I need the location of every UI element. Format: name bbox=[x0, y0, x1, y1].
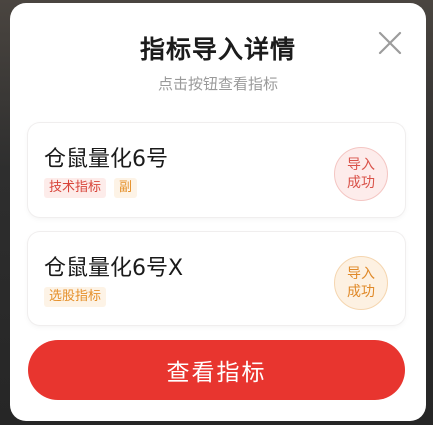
view-indicators-button[interactable]: 查看指标 bbox=[28, 340, 405, 400]
status-badge: 导入成功 bbox=[334, 256, 388, 310]
indicator-type-tag: 技术指标 bbox=[44, 178, 107, 198]
indicator-name: 仓鼠量化6号 bbox=[44, 147, 168, 172]
indicator-name: 仓鼠量化6号X bbox=[44, 256, 184, 281]
status-badge: 导入成功 bbox=[334, 147, 388, 201]
close-icon bbox=[378, 31, 402, 55]
close-button[interactable] bbox=[374, 27, 406, 59]
indicator-type-tag: 选股指标 bbox=[44, 287, 107, 307]
status-badge-label: 导入成功 bbox=[347, 157, 375, 191]
indicator-tags: 选股指标 bbox=[44, 287, 107, 307]
indicator-card: 仓鼠量化6号X 选股指标 导入成功 bbox=[28, 232, 405, 325]
status-badge-label: 导入成功 bbox=[347, 266, 375, 300]
indicator-sub-tag: 副 bbox=[114, 178, 138, 198]
import-details-dialog: 指标导入详情 点击按钮查看指标 仓鼠量化6号 技术指标 副 导入成功 仓鼠量化6… bbox=[10, 3, 426, 421]
dialog-title: 指标导入详情 bbox=[139, 35, 296, 64]
dialog-subtitle: 点击按钮查看指标 bbox=[157, 75, 278, 93]
indicator-card: 仓鼠量化6号 技术指标 副 导入成功 bbox=[28, 123, 405, 217]
indicator-tags: 技术指标 副 bbox=[44, 178, 138, 198]
